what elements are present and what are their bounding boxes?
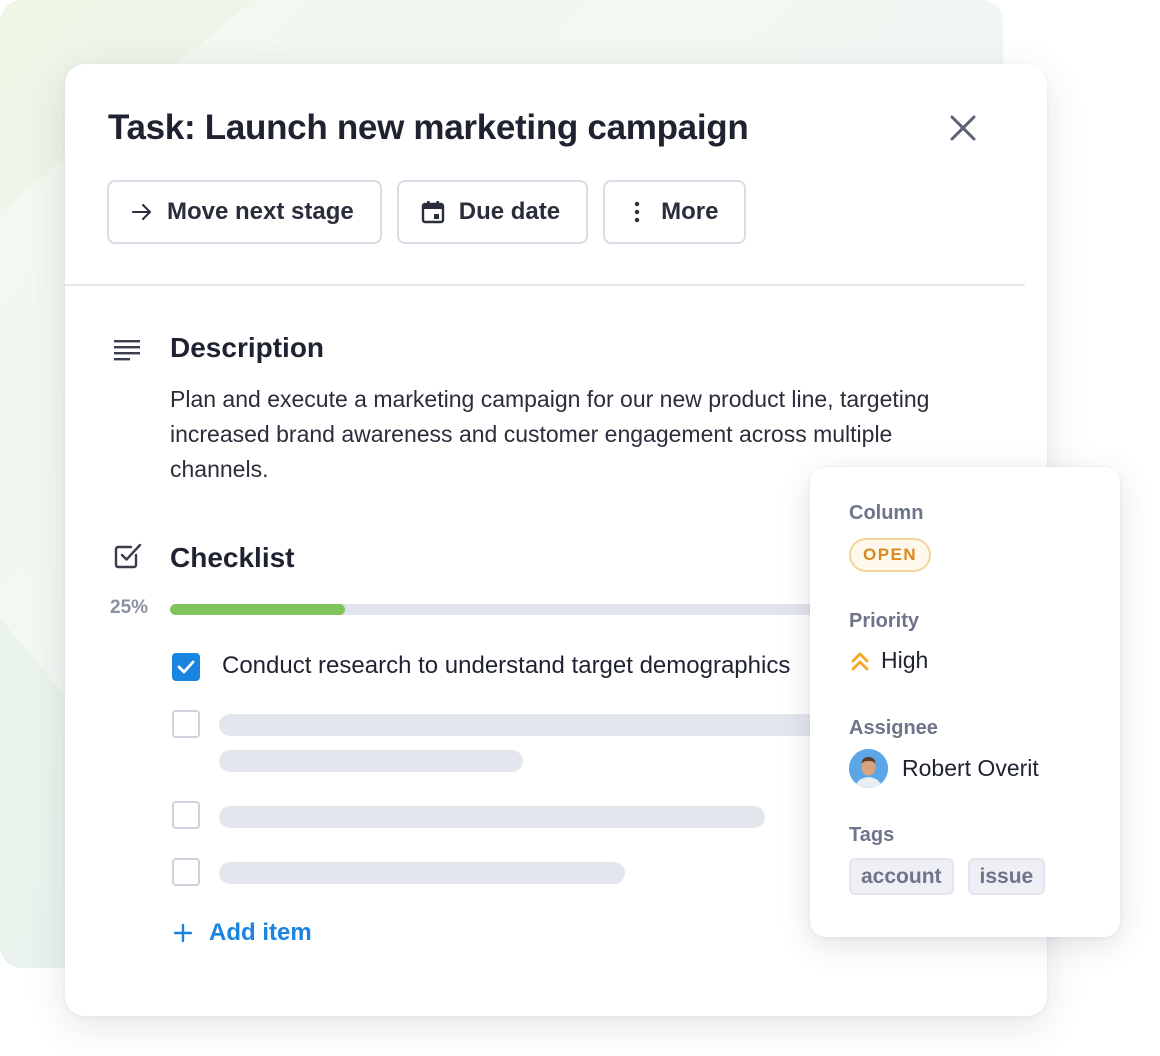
more-vertical-icon (634, 201, 640, 223)
assignee-value[interactable]: Robert Overit (849, 749, 1039, 788)
task-details-panel: Column OPEN Priority High Assignee Rober… (810, 467, 1120, 937)
plus-icon (173, 923, 193, 943)
checklist-progress-fill (170, 604, 345, 615)
tag-list: account issue (849, 858, 1046, 895)
divider (65, 284, 1025, 286)
assignee-name: Robert Overit (902, 755, 1039, 781)
text-lines-icon (114, 340, 140, 361)
tag-issue[interactable]: issue (967, 858, 1046, 895)
action-bar: Move next stage Due date More (107, 180, 747, 244)
checklist-heading: Checklist (170, 542, 295, 573)
placeholder-line (219, 806, 765, 828)
checklist-progress-percent: 25% (110, 597, 149, 618)
tag-account[interactable]: account (849, 858, 954, 895)
add-item-label: Add item (209, 919, 312, 946)
checklist-item-checkbox[interactable] (172, 710, 200, 738)
placeholder-line (219, 714, 819, 736)
placeholder-line (219, 862, 625, 884)
double-chevron-up-icon (851, 652, 869, 670)
checklist-progress-bar (170, 604, 870, 615)
move-next-stage-button[interactable]: Move next stage (107, 180, 382, 244)
priority-label: Priority (849, 610, 920, 632)
close-button[interactable] (945, 110, 981, 146)
checkbox-icon (114, 543, 142, 569)
column-label: Column (849, 502, 924, 524)
priority-value[interactable]: High (849, 647, 928, 674)
column-status-badge[interactable]: OPEN (849, 538, 932, 572)
move-next-stage-label: Move next stage (167, 198, 354, 225)
due-date-label: Due date (458, 198, 561, 225)
calendar-icon (421, 201, 444, 224)
task-title: Task: Launch new marketing campaign (108, 108, 749, 147)
assignee-label: Assignee (849, 717, 938, 739)
checklist-item-text[interactable]: Conduct research to understand target de… (222, 652, 810, 680)
placeholder-line (219, 750, 523, 772)
due-date-button[interactable]: Due date (396, 180, 589, 244)
close-icon (950, 115, 976, 141)
arrow-right-icon (132, 204, 151, 220)
priority-text: High (881, 647, 929, 673)
checklist-item-checkbox[interactable] (172, 801, 200, 829)
checkmark-icon (177, 660, 195, 674)
add-item-button[interactable]: Add item (173, 919, 312, 947)
checklist-item-checkbox[interactable] (172, 653, 200, 681)
avatar (849, 749, 888, 788)
checklist-item-checkbox[interactable] (172, 858, 200, 886)
more-label: More (661, 198, 719, 225)
description-heading: Description (170, 332, 325, 363)
tags-label: Tags (849, 824, 895, 846)
more-button[interactable]: More (603, 180, 747, 244)
